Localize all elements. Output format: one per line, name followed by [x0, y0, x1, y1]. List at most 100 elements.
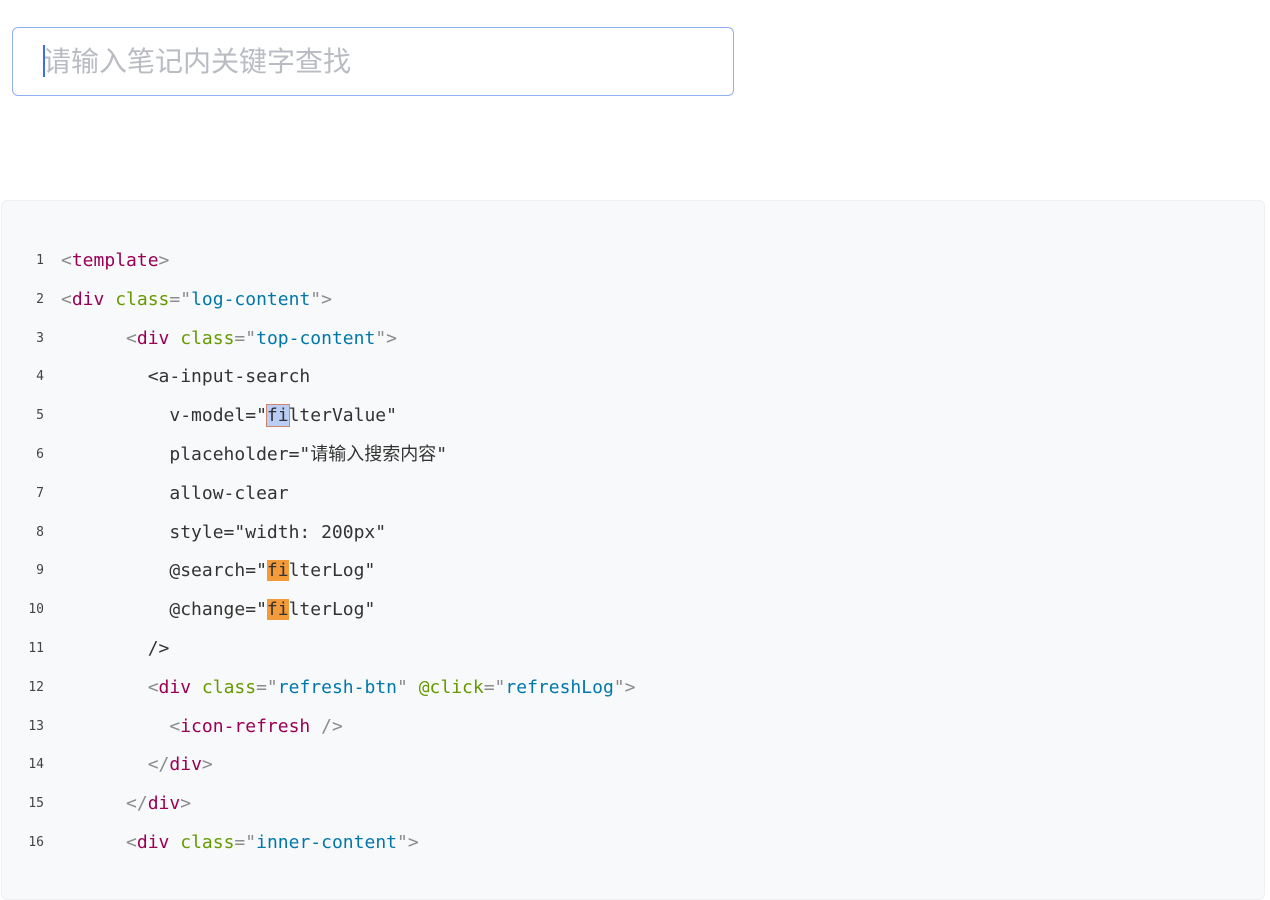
code-token: =": [256, 676, 278, 698]
note-search-box[interactable]: [12, 27, 734, 96]
code-token: div: [169, 754, 202, 776]
line-code: </div>: [61, 746, 213, 785]
line-number: 3: [36, 330, 44, 346]
line-number: 8: [36, 524, 44, 540]
code-token: lterLog": [288, 599, 376, 621]
line-code: <div class="top-content">: [61, 320, 397, 359]
code-line: 8 style="width: 200px": [2, 514, 1264, 553]
line-code: @change="filterLog": [61, 591, 375, 630]
code-token: >: [158, 250, 170, 271]
code-token: ">: [375, 327, 398, 349]
code-token: @click: [418, 676, 484, 698]
code-token: <: [61, 250, 72, 271]
line-number: 13: [28, 718, 44, 734]
code-line: 11 />: [2, 630, 1264, 669]
code-token: =": [483, 676, 506, 698]
code-token: @search=": [61, 560, 267, 582]
code-token: placeholder="请输入搜索内容": [61, 443, 448, 465]
code-line: 14 </div>: [2, 746, 1264, 785]
code-line: 13 <icon-refresh />: [2, 708, 1264, 747]
line-code: <template>: [61, 242, 169, 281]
line-number: 2: [36, 291, 44, 307]
code-token: =": [169, 288, 192, 310]
code-token: ">: [397, 831, 419, 853]
code-lines: 1 <template> 2 <div class="log-content"> 3 <…: [2, 242, 1264, 863]
line-number: 7: [36, 485, 44, 501]
code-token: >: [180, 793, 192, 815]
code-token: =": [234, 327, 257, 349]
code-token: lterLog": [288, 560, 376, 582]
line-code: placeholder="请输入搜索内容": [61, 436, 447, 475]
code-token: @change=": [61, 599, 267, 621]
line-number: 9: [36, 563, 44, 579]
code-token: class: [201, 676, 257, 698]
line-number: 5: [36, 408, 44, 424]
code-line: 2 <div class="log-content">: [2, 281, 1264, 320]
text-caret: [43, 45, 45, 77]
code-line: 16 <div class="inner-content">: [2, 824, 1264, 863]
code-token: lterValue": [288, 405, 397, 427]
code-token: </: [147, 754, 170, 776]
code-token: ">: [310, 288, 332, 310]
line-code: />: [61, 630, 170, 669]
line-code: style="width: 200px": [61, 514, 386, 553]
code-line: 3 <div class="top-content">: [2, 320, 1264, 359]
code-block[interactable]: 1 <template> 2 <div class="log-content"> 3 <…: [1, 200, 1265, 900]
code-token: />: [310, 715, 343, 737]
code-token: refresh-btn: [277, 676, 397, 698]
code-token: ": [397, 676, 419, 698]
code-token: class: [180, 831, 235, 853]
line-code: allow-clear: [61, 475, 289, 514]
line-number: 6: [36, 446, 44, 462]
code-line: 9 @search="filterLog": [2, 552, 1264, 591]
code-token: div: [71, 288, 105, 310]
line-number: 10: [28, 602, 44, 618]
search-match-highlight: fi: [266, 599, 289, 621]
line-code: <icon-refresh />: [61, 708, 343, 747]
line-number: 12: [28, 679, 44, 695]
code-token: template: [71, 250, 159, 271]
line-code: @search="filterLog": [61, 552, 375, 591]
code-token: =": [234, 831, 257, 853]
code-token: style="width: 200px": [61, 521, 387, 543]
search-match-highlight: fi: [265, 404, 290, 428]
code-token: v-model=": [61, 405, 267, 427]
code-line: 7 allow-clear: [2, 475, 1264, 514]
code-token: log-content: [191, 288, 311, 310]
code-token: icon-refresh: [180, 715, 311, 737]
line-code: <div class="log-content">: [61, 281, 332, 320]
line-number: 16: [28, 834, 44, 850]
code-token: refreshLog: [505, 676, 614, 698]
code-token: />: [61, 637, 170, 659]
code-line: 1 <template>: [2, 242, 1264, 281]
code-token: inner-content: [256, 831, 397, 853]
code-token: class: [180, 327, 235, 349]
line-code: <div class="inner-content">: [61, 824, 419, 863]
line-code: <a-input-search: [61, 358, 311, 397]
code-line: 12 <div class="refresh-btn" @click="refr…: [2, 669, 1264, 708]
code-token: div: [147, 793, 181, 815]
line-number: 14: [28, 757, 44, 773]
code-token: <: [169, 715, 181, 737]
code-token: <: [126, 327, 137, 349]
line-number: 4: [36, 369, 44, 385]
code-line: 5 v-model="filterValue": [2, 397, 1264, 436]
code-token: <: [126, 831, 137, 853]
line-number: 15: [28, 796, 44, 812]
line-code: v-model="filterValue": [61, 397, 397, 436]
code-token: >: [201, 754, 213, 776]
code-token: top-content: [256, 327, 376, 349]
note-search-input[interactable]: [43, 28, 703, 94]
line-code: <div class="refresh-btn" @click="refresh…: [61, 669, 636, 708]
code-token: div: [158, 676, 192, 698]
code-token: allow-clear: [61, 482, 289, 504]
